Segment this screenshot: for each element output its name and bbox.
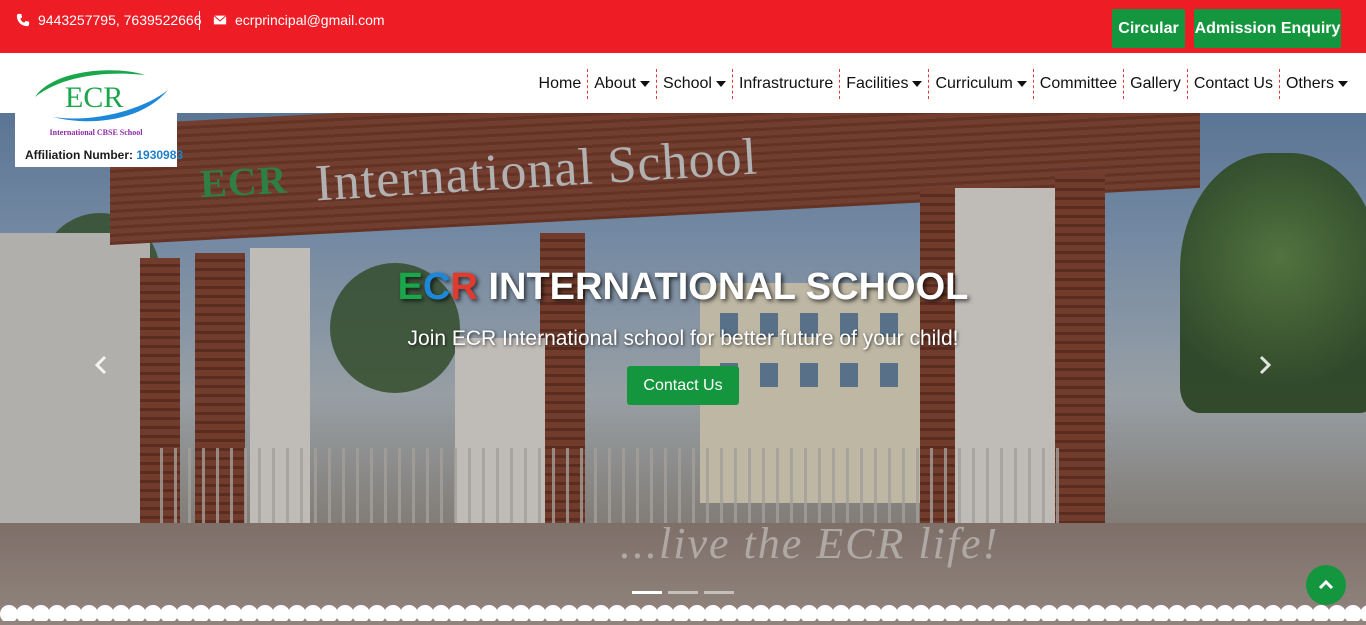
carousel-indicator[interactable]	[704, 591, 734, 594]
hero-title: ECR INTERNATIONAL SCHOOL	[0, 266, 1366, 309]
chevron-right-icon	[1259, 355, 1272, 375]
nav-item-label: About	[594, 75, 637, 92]
scallop-dot	[1360, 605, 1366, 621]
affiliation-number: Affiliation Number: 1930983	[25, 148, 183, 162]
admission-enquiry-button[interactable]: Admission Enquiry	[1194, 9, 1341, 48]
title-letter: R	[450, 266, 478, 308]
scroll-to-top-button[interactable]	[1306, 565, 1346, 605]
title-text: INTERNATIONAL SCHOOL	[477, 266, 969, 308]
nav-item-infrastructure[interactable]: Infrastructure	[731, 69, 839, 99]
email-address: ecrprincipal@gmail.com	[235, 12, 385, 28]
nav-item-label: Infrastructure	[738, 75, 834, 92]
nav-item-label: Contact Us	[1193, 75, 1273, 92]
carousel-next-button[interactable]	[1252, 353, 1276, 377]
nav-item-contact-us[interactable]: Contact Us	[1186, 69, 1279, 99]
hero-subtitle: Join ECR International school for better…	[407, 327, 959, 350]
chevron-left-icon	[94, 355, 107, 375]
scalloped-edge	[0, 605, 1366, 621]
nav-item-home[interactable]: Home	[533, 69, 588, 99]
nav-item-about[interactable]: About	[587, 69, 656, 99]
nav-item-label: Curriculum	[935, 75, 1013, 92]
phone-numbers: 9443257795, 7639522666	[38, 12, 202, 28]
affiliation-value: 1930983	[136, 148, 184, 162]
main-nav: Home About School Infrastructure Facilities C…	[533, 69, 1354, 99]
contact-us-button[interactable]: Contact Us	[627, 366, 739, 405]
title-letter: C	[422, 266, 451, 308]
nav-item-curriculum[interactable]: Curriculum	[928, 69, 1032, 99]
caret-down-icon	[912, 81, 923, 87]
nav-item-gallery[interactable]: Gallery	[1123, 69, 1187, 99]
carousel-indicator[interactable]	[668, 591, 698, 594]
logo-subtitle: International CBSE School	[49, 128, 143, 137]
nav-item-label: School	[663, 75, 712, 92]
top-bar: 9443257795, 7639522666 ecrprincipal@gmai…	[0, 0, 1366, 53]
carousel-indicators	[632, 591, 734, 594]
envelope-icon	[213, 15, 227, 25]
ecr-logo-icon: ECR	[35, 70, 168, 122]
school-logo[interactable]: ECR International CBSE School Affiliatio…	[15, 53, 183, 167]
email-contact[interactable]: ecrprincipal@gmail.com	[213, 12, 385, 28]
title-letter: E	[397, 266, 423, 308]
carousel-indicator[interactable]	[632, 591, 662, 594]
contact-divider	[199, 11, 200, 30]
nav-item-school[interactable]: School	[656, 69, 732, 99]
nav-item-label: Committee	[1039, 75, 1118, 92]
caret-down-icon	[1016, 81, 1027, 87]
hero-carousel: ECR International School ...live the ECR…	[0, 113, 1366, 625]
nav-item-label: Facilities	[846, 75, 909, 92]
nav-item-label: Others	[1285, 75, 1334, 92]
logo-letter-e: ECR	[65, 81, 123, 114]
nav-item-label: Home	[538, 75, 582, 92]
scalloped-edge	[0, 104, 1366, 120]
nav-item-facilities[interactable]: Facilities	[839, 69, 928, 99]
caret-down-icon	[640, 81, 651, 87]
nav-item-label: Gallery	[1130, 75, 1181, 92]
nav-item-committee[interactable]: Committee	[1032, 69, 1123, 99]
carousel-prev-button[interactable]	[90, 353, 114, 377]
circular-button[interactable]: Circular	[1112, 9, 1185, 48]
phone-contact[interactable]: 9443257795, 7639522666	[16, 12, 202, 28]
scallop-dot	[1360, 104, 1366, 113]
nav-item-others[interactable]: Others	[1278, 69, 1354, 99]
chevron-up-icon	[1318, 579, 1334, 590]
caret-down-icon	[715, 81, 726, 87]
caret-down-icon	[1338, 81, 1348, 87]
phone-icon	[16, 13, 30, 27]
affiliation-label: Affiliation Number:	[25, 148, 133, 162]
